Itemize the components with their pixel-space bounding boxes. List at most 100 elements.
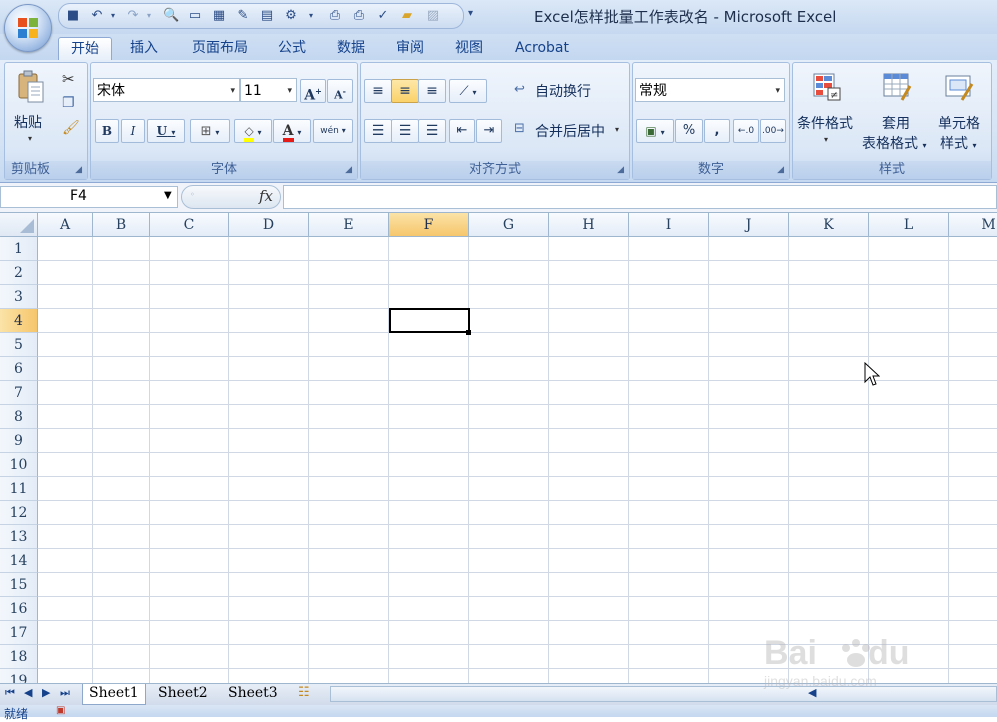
insert-function-icon[interactable]: fx [259, 187, 273, 205]
save-icon[interactable]: ■ [65, 8, 81, 24]
sheet-tab-2[interactable]: Sheet2 [152, 684, 214, 704]
chevron-down-icon[interactable]: ▾ [615, 125, 619, 134]
font-color-button[interactable]: A ▾ [273, 119, 311, 143]
tab-acrobat[interactable]: Acrobat [504, 37, 580, 60]
cell-styles-button[interactable]: 样式 ▾ [940, 133, 976, 153]
resize-handle-icon[interactable]: ◦ [190, 190, 195, 199]
tab-formulas[interactable]: 公式 [268, 37, 316, 60]
copy-icon[interactable]: ❐ [62, 95, 75, 111]
percent-button[interactable]: % [675, 119, 703, 143]
align-right-button[interactable]: ☰ [418, 119, 446, 143]
orientation-button[interactable]: ⟋ ▾ [449, 79, 487, 103]
underline-button[interactable]: U ▾ [147, 119, 185, 143]
decrease-indent-button[interactable]: ⇤ [449, 119, 475, 143]
print-icon[interactable]: ⎙ [327, 8, 343, 24]
tab-home[interactable]: 开始 [58, 37, 112, 61]
redo-dropdown-icon[interactable]: ▾ [141, 8, 157, 24]
borders-button[interactable]: ⊞ ▾ [190, 119, 230, 143]
increase-decimal-button[interactable]: ←.0 [733, 119, 759, 143]
align-middle-button[interactable]: ≡ [391, 79, 419, 103]
align-bottom-button[interactable]: ≡ [418, 79, 446, 103]
format-as-table-button[interactable]: 表格格式 ▾ [862, 133, 926, 153]
accounting-format-button[interactable]: ▣ ▾ [636, 119, 674, 143]
tools-dropdown-icon[interactable]: ▾ [303, 8, 319, 24]
bold-button[interactable]: B [95, 119, 119, 143]
row-header-6[interactable]: 6 [0, 357, 38, 381]
row-header-7[interactable]: 7 [0, 381, 38, 405]
column-header-g[interactable]: G [469, 213, 549, 237]
open-folder-icon[interactable]: ▰ [399, 8, 415, 24]
row-header-13[interactable]: 13 [0, 525, 38, 549]
italic-button[interactable]: I [121, 119, 145, 143]
form-icon[interactable]: ▤ [259, 8, 275, 24]
paste-button[interactable]: 粘贴 [14, 112, 42, 132]
shrink-font-button[interactable]: A- [327, 79, 353, 103]
column-header-c[interactable]: C [150, 213, 229, 237]
row-header-17[interactable]: 17 [0, 621, 38, 645]
column-header-a[interactable]: A [38, 213, 93, 237]
conditional-format-icon[interactable]: ≠ [812, 72, 842, 102]
row-header-2[interactable]: 2 [0, 261, 38, 285]
wrap-text-button[interactable]: 自动换行 [535, 81, 591, 101]
customize-qat-icon[interactable]: ▾ [468, 8, 473, 19]
align-left-button[interactable]: ☰ [364, 119, 392, 143]
column-header-f[interactable]: F [389, 213, 469, 237]
sheet-tab-1[interactable]: Sheet1 [82, 684, 146, 705]
font-launcher-icon[interactable]: ◢ [345, 165, 352, 175]
tab-review[interactable]: 审阅 [386, 37, 434, 60]
column-header-j[interactable]: J [709, 213, 789, 237]
number-format-select[interactable]: 常规 ▾ [635, 78, 785, 102]
row-header-18[interactable]: 18 [0, 645, 38, 669]
column-header-i[interactable]: I [629, 213, 709, 237]
row-header-9[interactable]: 9 [0, 429, 38, 453]
row-header-19[interactable]: 19 [0, 669, 38, 683]
print-preview-icon[interactable]: 🔍 [163, 8, 179, 24]
align-center-button[interactable]: ☰ [391, 119, 419, 143]
row-header-12[interactable]: 12 [0, 501, 38, 525]
name-box[interactable] [0, 186, 178, 208]
column-header-d[interactable]: D [229, 213, 309, 237]
tab-view[interactable]: 视图 [444, 37, 494, 60]
row-header-1[interactable]: 1 [0, 237, 38, 261]
row-header-11[interactable]: 11 [0, 477, 38, 501]
column-header-h[interactable]: H [549, 213, 629, 237]
cell-styles-icon[interactable] [944, 72, 974, 102]
select-all-corner[interactable] [0, 213, 38, 237]
decrease-decimal-button[interactable]: .00→ [760, 119, 786, 143]
row-header-16[interactable]: 16 [0, 597, 38, 621]
sheet-tab-3[interactable]: Sheet3 [222, 684, 284, 704]
phonetic-button[interactable]: wén ▾ [313, 119, 353, 143]
tools-icon[interactable]: ⚙ [283, 8, 299, 24]
paste-dropdown-icon[interactable]: ▾ [28, 134, 32, 143]
spelling-icon[interactable]: ✓ [375, 8, 391, 24]
font-name-select[interactable]: 宋体 ▾ [93, 78, 240, 102]
increase-indent-button[interactable]: ⇥ [476, 119, 502, 143]
macro-record-icon[interactable]: ▣ [56, 705, 65, 716]
tab-data[interactable]: 数据 [326, 37, 376, 60]
undo-dropdown-icon[interactable]: ▾ [105, 8, 121, 24]
row-header-8[interactable]: 8 [0, 405, 38, 429]
fill-handle[interactable] [466, 330, 471, 335]
format-as-table-icon[interactable] [882, 72, 912, 102]
font-size-select[interactable]: 11 ▾ [240, 78, 297, 102]
number-launcher-icon[interactable]: ◢ [777, 165, 784, 175]
last-sheet-icon[interactable]: ⏭ [60, 686, 70, 700]
row-header-5[interactable]: 5 [0, 333, 38, 357]
column-header-m[interactable]: M [949, 213, 997, 237]
tab-insert[interactable]: 插入 [120, 37, 168, 60]
tab-page-layout[interactable]: 页面布局 [180, 37, 260, 60]
format-painter-icon[interactable]: 🖌 [62, 120, 80, 136]
merge-center-button[interactable]: 合并后居中 [535, 121, 605, 141]
active-cell-F4[interactable] [389, 308, 470, 333]
column-header-l[interactable]: L [869, 213, 949, 237]
worksheet-grid[interactable]: ABCDEFGHIJKLM 1 2 3 4 5 6 7 8 9 10 11 12 13 14 15 16 17 1… [0, 213, 997, 683]
cut-icon[interactable]: ✂ [62, 70, 75, 88]
clipboard-launcher-icon[interactable]: ◢ [75, 165, 82, 175]
formula-input[interactable] [283, 185, 997, 209]
undo-icon[interactable]: ↶ [89, 8, 105, 24]
name-box-dropdown-icon[interactable]: ▼ [164, 190, 172, 201]
alignment-launcher-icon[interactable]: ◢ [617, 165, 624, 175]
redo-icon[interactable]: ↷ [125, 8, 141, 24]
first-sheet-icon[interactable]: ⏮ [5, 686, 15, 700]
next-sheet-icon[interactable]: ▶ [42, 686, 50, 699]
